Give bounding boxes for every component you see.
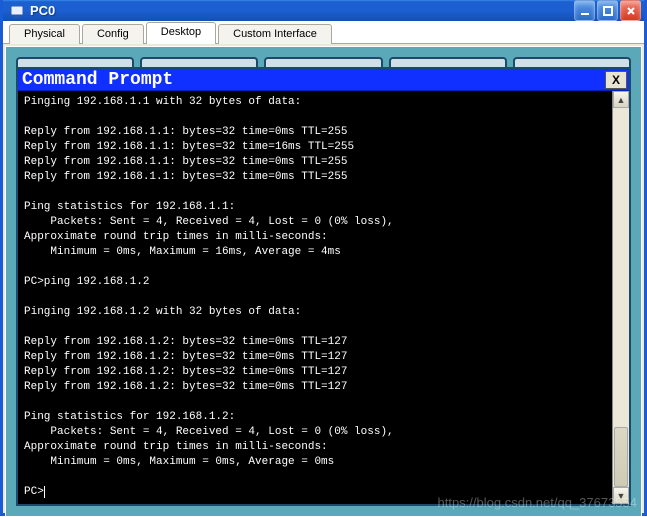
command-prompt-body-wrap: Pinging 192.168.1.1 with 32 bytes of dat… [18,91,629,504]
shortcut-item[interactable] [389,57,507,67]
tab-desktop[interactable]: Desktop [146,22,216,44]
command-prompt-close-button[interactable]: X [605,71,627,89]
tab-config[interactable]: Config [82,24,144,44]
app-window: PC0 Physical Config Desktop Custom Inter… [0,0,647,516]
app-icon [9,3,25,19]
scroll-thumb[interactable] [614,427,628,487]
window-title: PC0 [30,3,574,18]
tab-row: Physical Config Desktop Custom Interface [3,21,644,44]
maximize-button[interactable] [597,0,618,21]
command-prompt-titlebar[interactable]: Command Prompt X [18,69,629,91]
shortcut-item[interactable] [264,57,382,67]
command-prompt-output[interactable]: Pinging 192.168.1.1 with 32 bytes of dat… [18,91,612,504]
scroll-track[interactable] [613,108,629,487]
minimize-button[interactable] [574,0,595,21]
scrollbar[interactable]: ▲ ▼ [612,91,629,504]
desktop-area: Command Prompt X Pinging 192.168.1.1 wit… [5,46,642,517]
command-prompt-window: Command Prompt X Pinging 192.168.1.1 wit… [16,67,631,506]
command-prompt-title: Command Prompt [22,70,605,90]
scroll-up-button[interactable]: ▲ [613,91,629,108]
shortcut-item[interactable] [16,57,134,67]
window-buttons [574,0,641,21]
close-button[interactable] [620,0,641,21]
tab-physical[interactable]: Physical [9,24,80,44]
shortcut-row [16,57,631,67]
shortcut-item[interactable] [513,57,631,67]
scroll-down-button[interactable]: ▼ [613,487,629,504]
shortcut-item[interactable] [140,57,258,67]
tab-custom-interface[interactable]: Custom Interface [218,24,332,44]
titlebar[interactable]: PC0 [3,0,644,21]
